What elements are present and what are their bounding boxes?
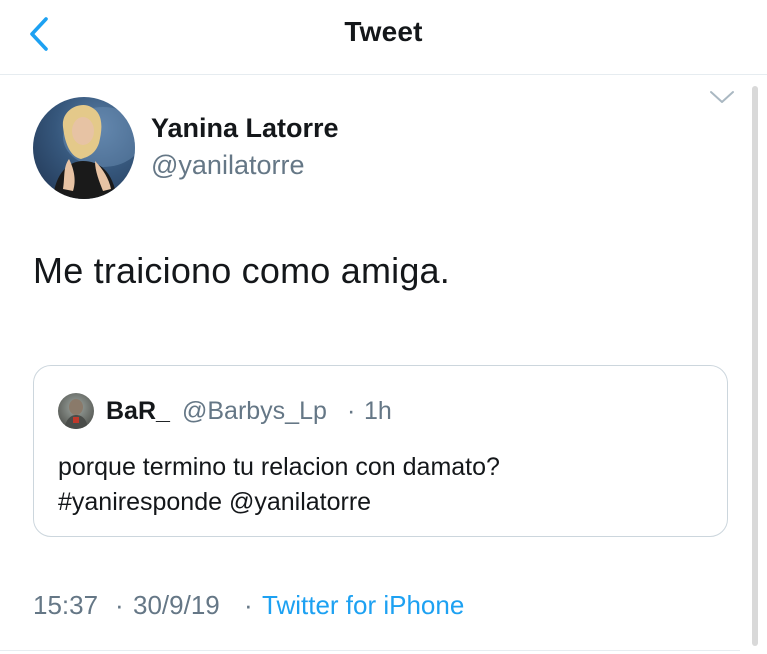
tweet-detail-screen: Tweet Yanina Latorre @yanilatorre Me tra… [0,0,767,654]
tweet-date: 30/9/19 [133,590,220,620]
tweet-text: Me traiciono como amiga. [33,250,450,291]
profile-photo [53,105,135,199]
tweet-source-link[interactable]: Twitter for iPhone [262,590,464,621]
author-handle[interactable]: @yanilatorre [151,150,304,181]
divider [0,650,740,651]
quoted-tweet-card[interactable]: BaR_ @Barbys_Lp · 1h porque termino tu r… [33,365,728,537]
tweet-time: 15:37 [33,590,99,620]
page-title: Tweet [344,16,423,47]
chevron-down-icon [710,91,734,103]
scrollbar[interactable] [752,86,758,646]
profile-photo [64,399,88,429]
author-display-name[interactable]: Yanina Latorre [151,113,339,144]
meta-separator: · [115,590,124,620]
top-bar: Tweet [0,0,767,75]
quoted-text-line: #yaniresponde @yanilatorre [58,488,372,516]
quoted-display-name[interactable]: BaR_ [106,397,170,426]
quoted-avatar[interactable] [58,393,94,429]
quoted-timestamp: 1h [364,397,392,425]
quoted-handle[interactable]: @Barbys_Lp [182,397,327,426]
meta-separator: · [244,590,253,620]
quoted-text-line: porque termino tu relacion con damato? [58,453,500,481]
tweet-menu-button[interactable] [706,84,738,110]
quoted-separator: · [347,397,356,425]
avatar[interactable] [33,97,135,199]
